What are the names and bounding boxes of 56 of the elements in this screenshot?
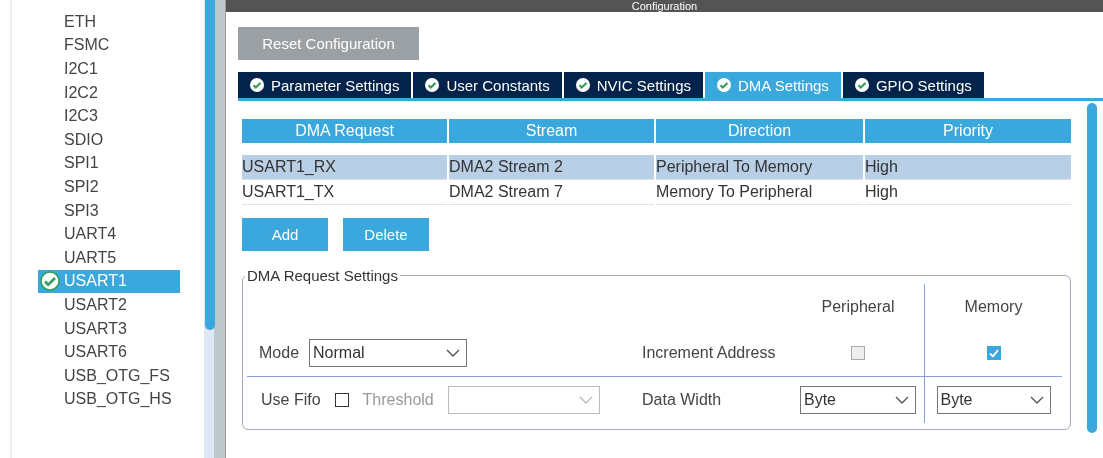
sidebar-item[interactable]: I2C1 [38, 57, 204, 81]
check-circle-icon [250, 78, 264, 92]
sidebar-item[interactable]: I2C2 [38, 80, 204, 105]
mode-dropdown[interactable]: Normal [309, 339, 468, 367]
table-cell[interactable]: High [865, 155, 1071, 180]
sidebar-item[interactable]: USART2 [38, 293, 204, 317]
table-cell[interactable]: USART1_RX [242, 155, 447, 180]
checkbox[interactable] [334, 393, 349, 407]
tab[interactable]: GPIO Settings [842, 72, 984, 98]
column-label: Peripheral [821, 298, 895, 316]
threshold-label: Threshold [362, 391, 434, 409]
check-circle-icon [717, 78, 731, 92]
check-circle-icon [425, 78, 440, 92]
threshold-dropdown[interactable] [447, 386, 600, 414]
column-label: Memory [964, 298, 1023, 316]
column-header: Priority [865, 119, 1071, 143]
sidebar-item[interactable]: SDIO [38, 127, 204, 152]
tab[interactable]: NVIC Settings [563, 72, 703, 98]
sidebar-item[interactable]: I2C3 [38, 104, 204, 128]
tab[interactable]: User Constants [413, 72, 562, 98]
sidebar-item[interactable]: USB_OTG_FS [38, 363, 204, 388]
column-header: Direction [656, 119, 863, 143]
table-cell[interactable]: DMA2 Stream 2 [449, 155, 654, 180]
sidebar-item[interactable]: USB_OTG_HS [38, 387, 204, 412]
data-width-dropdown[interactable]: Byte [936, 386, 1051, 414]
table-cell[interactable]: Peripheral To Memory [656, 155, 863, 180]
sidebar-item[interactable]: FSMC [38, 33, 204, 58]
sidebar-item[interactable]: USART6 [38, 340, 204, 364]
sidebar-item[interactable]: ETH [38, 10, 204, 34]
sidebar-item[interactable]: USART3 [38, 316, 204, 341]
tab[interactable]: Parameter Settings [238, 72, 412, 98]
increment-address-label: Increment Address [642, 344, 776, 362]
chevron-down-icon [1029, 396, 1044, 404]
sidebar-item[interactable]: UART5 [38, 245, 204, 270]
scrollbar[interactable] [1087, 101, 1097, 430]
chevron-down-icon [446, 349, 461, 357]
group-title: DMA Request Settings [246, 267, 399, 284]
sidebar-item[interactable]: SPI2 [38, 175, 204, 199]
column-header: Stream [449, 119, 654, 143]
check-circle-icon [40, 271, 60, 292]
scrollbar[interactable] [204, 0, 214, 458]
sidebar-item[interactable]: SPI1 [38, 151, 204, 176]
use-fifo-label: Use Fifo [261, 391, 321, 409]
panel-header: Configuration [226, 0, 1103, 12]
data-width-dropdown[interactable]: Byte [800, 386, 916, 414]
column-header: DMA Request [242, 119, 447, 143]
sidebar-item[interactable]: SPI3 [38, 198, 204, 223]
check-circle-icon [575, 78, 590, 92]
chevron-down-icon [578, 396, 593, 404]
sidebar-item[interactable]: UART4 [38, 222, 204, 246]
checkbox[interactable] [851, 346, 865, 360]
chevron-down-icon [895, 396, 909, 404]
check-circle-icon [854, 78, 869, 92]
data-width-label: Data Width [642, 391, 722, 409]
checkbox[interactable] [986, 346, 1001, 360]
mode-label: Mode [259, 344, 300, 362]
